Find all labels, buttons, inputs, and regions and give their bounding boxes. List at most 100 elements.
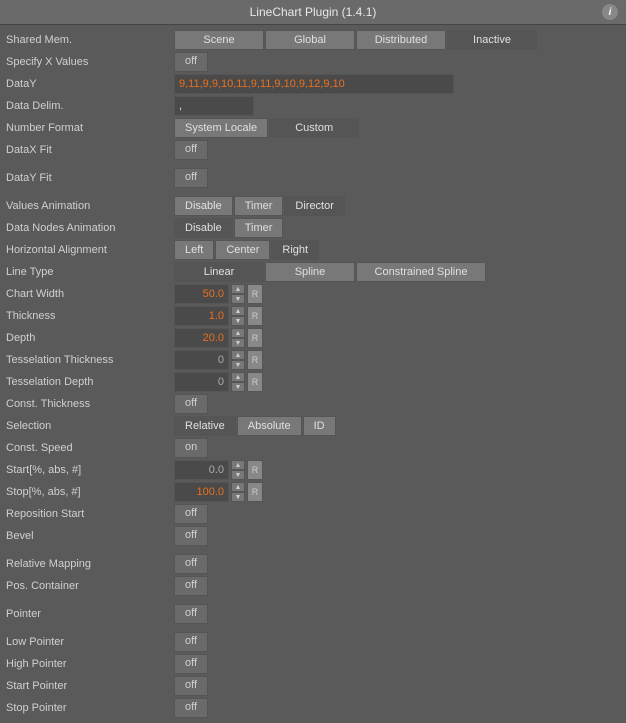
datay-input[interactable] — [174, 74, 454, 94]
horizontal-alignment-right[interactable]: Right — [271, 240, 319, 260]
depth-reset[interactable]: R — [247, 328, 263, 348]
depth-input[interactable] — [174, 328, 229, 348]
tesselation-thickness-input[interactable] — [174, 350, 229, 370]
stop-reset[interactable]: R — [247, 482, 263, 502]
start-pointer-label: Start Pointer — [6, 680, 174, 692]
stop-up[interactable]: ▲ — [231, 482, 245, 492]
data-delim-input[interactable] — [174, 96, 254, 116]
pos-container-value[interactable]: off — [174, 576, 208, 596]
low-pointer-value[interactable]: off — [174, 632, 208, 652]
start-up[interactable]: ▲ — [231, 460, 245, 470]
datay-label: DataY — [6, 78, 174, 90]
tesselation-depth-spinners: ▲ ▼ — [231, 372, 245, 392]
horizontal-alignment-group: Left Center Right — [174, 240, 620, 260]
start-down[interactable]: ▼ — [231, 470, 245, 480]
bevel-value[interactable]: off — [174, 526, 208, 546]
start-input[interactable] — [174, 460, 229, 480]
const-speed-value[interactable]: on — [174, 438, 208, 458]
horizontal-alignment-center[interactable]: Center — [215, 240, 270, 260]
const-thickness-label: Const. Thickness — [6, 398, 174, 410]
datax-fit-value[interactable]: off — [174, 140, 208, 160]
chart-width-up[interactable]: ▲ — [231, 284, 245, 294]
number-format-label: Number Format — [6, 122, 174, 134]
number-format-group: System Locale Custom — [174, 118, 620, 138]
shared-mem-global[interactable]: Global — [265, 30, 355, 50]
specify-x-value[interactable]: off — [174, 52, 208, 72]
tesselation-thickness-spinners: ▲ ▼ — [231, 350, 245, 370]
tesselation-depth-up[interactable]: ▲ — [231, 372, 245, 382]
start-pointer-value[interactable]: off — [174, 676, 208, 696]
const-speed-label: Const. Speed — [6, 442, 174, 454]
depth-up[interactable]: ▲ — [231, 328, 245, 338]
bevel-label: Bevel — [6, 530, 174, 542]
tesselation-depth-reset[interactable]: R — [247, 372, 263, 392]
datay-fit-label: DataY Fit — [6, 172, 174, 184]
stop-pointer-value[interactable]: off — [174, 698, 208, 718]
selection-id[interactable]: ID — [303, 416, 336, 436]
selection-relative[interactable]: Relative — [174, 416, 236, 436]
line-type-spline[interactable]: Spline — [265, 262, 355, 282]
data-nodes-animation-timer[interactable]: Timer — [234, 218, 284, 238]
shared-mem-scene[interactable]: Scene — [174, 30, 264, 50]
number-format-system[interactable]: System Locale — [174, 118, 268, 138]
depth-group: ▲ ▼ R — [174, 328, 620, 348]
pointer-label: Pointer — [6, 608, 174, 620]
high-pointer-label: High Pointer — [6, 658, 174, 670]
number-format-custom[interactable]: Custom — [269, 118, 359, 138]
reposition-start-value[interactable]: off — [174, 504, 208, 524]
tesselation-thickness-group: ▲ ▼ R — [174, 350, 620, 370]
thickness-input[interactable] — [174, 306, 229, 326]
horizontal-alignment-left[interactable]: Left — [174, 240, 214, 260]
depth-label: Depth — [6, 332, 174, 344]
selection-absolute[interactable]: Absolute — [237, 416, 302, 436]
data-nodes-animation-disable[interactable]: Disable — [174, 218, 233, 238]
info-button[interactable]: i — [602, 4, 618, 20]
specify-x-label: Specify X Values — [6, 56, 174, 68]
thickness-reset[interactable]: R — [247, 306, 263, 326]
stop-down[interactable]: ▼ — [231, 492, 245, 502]
tesselation-depth-down[interactable]: ▼ — [231, 382, 245, 392]
values-animation-timer[interactable]: Timer — [234, 196, 284, 216]
tesselation-thickness-up[interactable]: ▲ — [231, 350, 245, 360]
high-pointer-value[interactable]: off — [174, 654, 208, 674]
values-animation-group: Disable Timer Director — [174, 196, 620, 216]
datax-fit-label: DataX Fit — [6, 144, 174, 156]
const-thickness-value[interactable]: off — [174, 394, 208, 414]
title-bar: LineChart Plugin (1.4.1) i — [0, 0, 626, 25]
tesselation-depth-input[interactable] — [174, 372, 229, 392]
stop-pointer-label: Stop Pointer — [6, 702, 174, 714]
values-animation-director[interactable]: Director — [284, 196, 345, 216]
values-animation-label: Values Animation — [6, 200, 174, 212]
chart-width-down[interactable]: ▼ — [231, 294, 245, 304]
shared-mem-distributed[interactable]: Distributed — [356, 30, 446, 50]
tesselation-thickness-down[interactable]: ▼ — [231, 360, 245, 370]
thickness-group: ▲ ▼ R — [174, 306, 620, 326]
pos-container-label: Pos. Container — [6, 580, 174, 592]
start-reset[interactable]: R — [247, 460, 263, 480]
depth-down[interactable]: ▼ — [231, 338, 245, 348]
relative-mapping-value[interactable]: off — [174, 554, 208, 574]
values-animation-disable[interactable]: Disable — [174, 196, 233, 216]
relative-mapping-label: Relative Mapping — [6, 558, 174, 570]
shared-mem-inactive[interactable]: Inactive — [447, 30, 537, 50]
data-delim-label: Data Delim. — [6, 100, 174, 112]
chart-width-label: Chart Width — [6, 288, 174, 300]
start-spinners: ▲ ▼ — [231, 460, 245, 480]
thickness-down[interactable]: ▼ — [231, 316, 245, 326]
tesselation-depth-label: Tesselation Depth — [6, 376, 174, 388]
chart-width-input[interactable] — [174, 284, 229, 304]
shared-mem-group: Scene Global Distributed Inactive — [174, 30, 620, 50]
chart-width-reset[interactable]: R — [247, 284, 263, 304]
chart-width-spinners: ▲ ▼ — [231, 284, 245, 304]
thickness-up[interactable]: ▲ — [231, 306, 245, 316]
shared-mem-label: Shared Mem. — [6, 34, 174, 46]
datay-fit-value[interactable]: off — [174, 168, 208, 188]
depth-spinners: ▲ ▼ — [231, 328, 245, 348]
tesselation-thickness-reset[interactable]: R — [247, 350, 263, 370]
line-type-linear[interactable]: Linear — [174, 262, 264, 282]
stop-label: Stop[%, abs, #] — [6, 486, 174, 498]
tesselation-thickness-label: Tesselation Thickness — [6, 354, 174, 366]
line-type-constrained[interactable]: Constrained Spline — [356, 262, 486, 282]
pointer-value[interactable]: off — [174, 604, 208, 624]
stop-input[interactable] — [174, 482, 229, 502]
